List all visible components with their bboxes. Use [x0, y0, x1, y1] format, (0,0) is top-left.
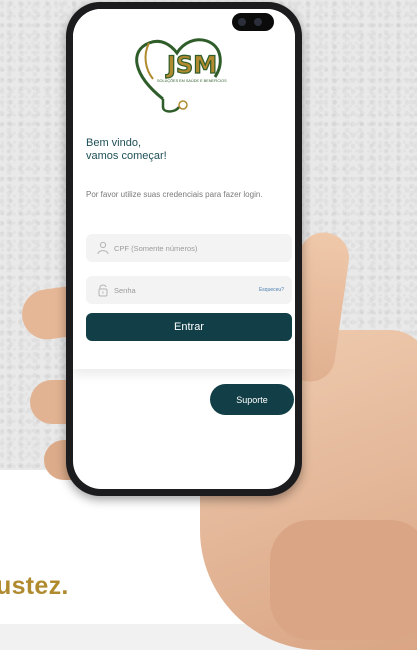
- login-card: JSM SOLUÇÕES EM SAÚDE E BENEFÍCIOS Bem v…: [73, 9, 295, 369]
- slogan-text: ustez.: [0, 572, 69, 600]
- logo-tagline: SOLUÇÕES EM SAÚDE E BENEFÍCIOS: [157, 78, 227, 83]
- login-button[interactable]: Entrar: [86, 313, 292, 341]
- forgot-password-link[interactable]: Esqueceu?: [259, 287, 284, 293]
- phone-frame: JSM SOLUÇÕES EM SAÚDE E BENEFÍCIOS Bem v…: [66, 2, 302, 496]
- password-input[interactable]: [114, 283, 254, 297]
- logo-brand-text: JSM: [165, 51, 217, 79]
- welcome-line-1: Bem vindo,: [86, 137, 142, 149]
- camera-lens-icon: [254, 18, 262, 26]
- welcome-line-2: vamos começar!: [86, 150, 167, 162]
- hand-wrist: [270, 520, 417, 640]
- user-icon: [97, 241, 109, 255]
- cpf-input[interactable]: [114, 241, 254, 255]
- password-field[interactable]: Esqueceu?: [86, 276, 292, 304]
- camera-lens-icon: [238, 18, 246, 26]
- lock-icon: [98, 284, 108, 297]
- welcome-heading: Bem vindo, vamos começar!: [86, 137, 167, 163]
- phone-screen: JSM SOLUÇÕES EM SAÚDE E BENEFÍCIOS Bem v…: [73, 9, 295, 489]
- login-instructions: Por favor utilize suas credenciais para …: [86, 190, 263, 199]
- jsm-logo: JSM SOLUÇÕES EM SAÚDE E BENEFÍCIOS: [135, 38, 227, 113]
- support-button[interactable]: Suporte: [210, 384, 294, 415]
- front-camera: [232, 13, 274, 31]
- cpf-field[interactable]: [86, 234, 292, 262]
